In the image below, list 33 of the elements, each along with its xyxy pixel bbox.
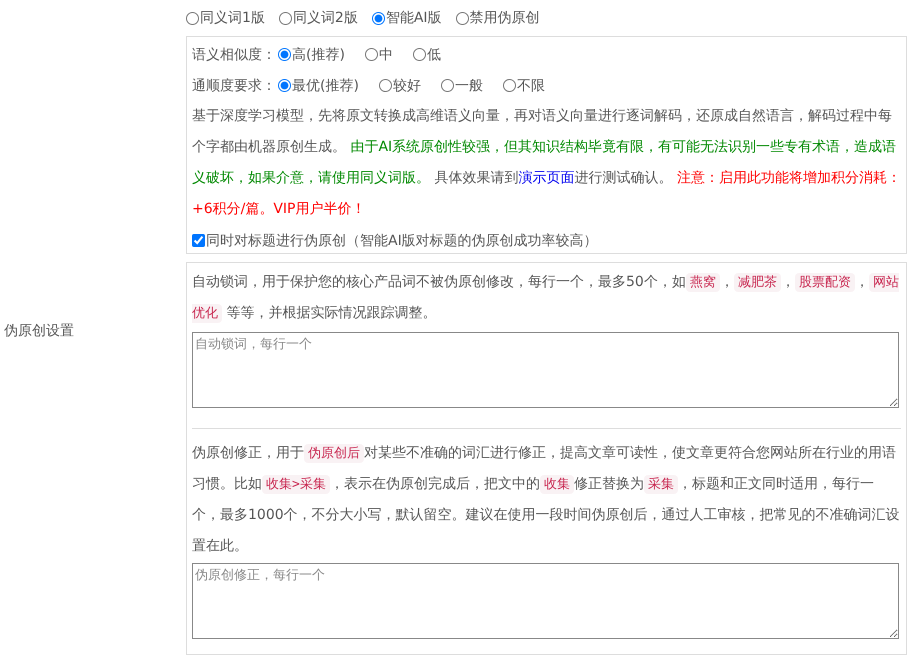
radio-button[interactable] (372, 12, 385, 24)
option-label[interactable]: 同时对标题进行伪原创（智能AI版对标题的伪原创成功率较高） (206, 232, 598, 250)
radio-button[interactable] (278, 79, 291, 92)
section-label: 伪原创设置 (4, 322, 74, 340)
setting-label: 语义相似度： (192, 46, 276, 64)
radio-button[interactable] (278, 12, 292, 24)
radio-button[interactable] (412, 48, 426, 61)
option-label[interactable]: 高(推荐) (292, 46, 345, 64)
description-text: 伪原创修正，用于 伪原创后 对某些不准确的词汇进行修正，提高文章可读性，使文章更符合您网站所在行业的用语习惯。比如 收集>采集 ，表示在伪原创完成后，把文中的 收集 修正替换为 采集 ，标题和正文同时适用，每行一个，最多1000个，不分大小写，默认留空。建议在使用一段时间伪原创后，通过人工审核，把常见的不准确词汇设置在此。 (192, 443, 901, 556)
option-label[interactable]: 同义词2版 (292, 9, 358, 27)
option-label[interactable]: 智能AI版 (386, 9, 442, 27)
option-label[interactable]: 同义词1版 (200, 9, 265, 27)
option-label[interactable]: 较好 (392, 76, 421, 94)
option-label[interactable]: 最优(推荐) (292, 76, 359, 94)
radio-button[interactable] (440, 79, 454, 92)
radio-button[interactable] (456, 12, 469, 24)
radio-button[interactable] (378, 79, 392, 92)
radio-button[interactable] (186, 12, 199, 24)
radio-button[interactable] (364, 48, 378, 61)
description-text: 自动锁词，用于保护您的核心产品词不被伪原创修改，每行一个，最多50个，如 燕窝 ， 减肥茶 ， 股票配资 ， 网站优化 等等，并根据实际情况跟踪调整。 (192, 272, 900, 325)
description-text: 基于深度学习模型，先将原文转换成高维语义向量，再对语义向量进行逐词解码，还原成自然语言，解码过程中每个字都由机器原创生成。 由于AI系统原创性较强，但其知识结构毕竟有限，有可能无法识别一些专有术语，造成语义破坏，如果介意，请使用同义词版。 具体效果请到演示页面进行测试确认。 注意：启用此功能将增加积分消耗：+6积分/篇。VIP用户半价！ (192, 107, 901, 219)
radio-button[interactable] (502, 79, 516, 92)
option-label[interactable]: 一般 (454, 76, 483, 94)
option-label[interactable]: 禁用伪原创 (470, 9, 540, 27)
option-label[interactable]: 不限 (516, 76, 545, 94)
setting-label: 通顺度要求： (192, 76, 276, 94)
demo-page-link[interactable]: 演示页面 (518, 170, 574, 186)
checkbox[interactable] (192, 234, 205, 247)
radio-button[interactable] (278, 48, 291, 61)
option-label[interactable]: 低 (426, 46, 441, 64)
lock-words-field[interactable]: 自动锁词，每行一个 (192, 332, 899, 408)
option-label[interactable]: 中 (378, 46, 393, 64)
corrections-field[interactable]: 伪原创修正，每行一个 (192, 563, 899, 639)
